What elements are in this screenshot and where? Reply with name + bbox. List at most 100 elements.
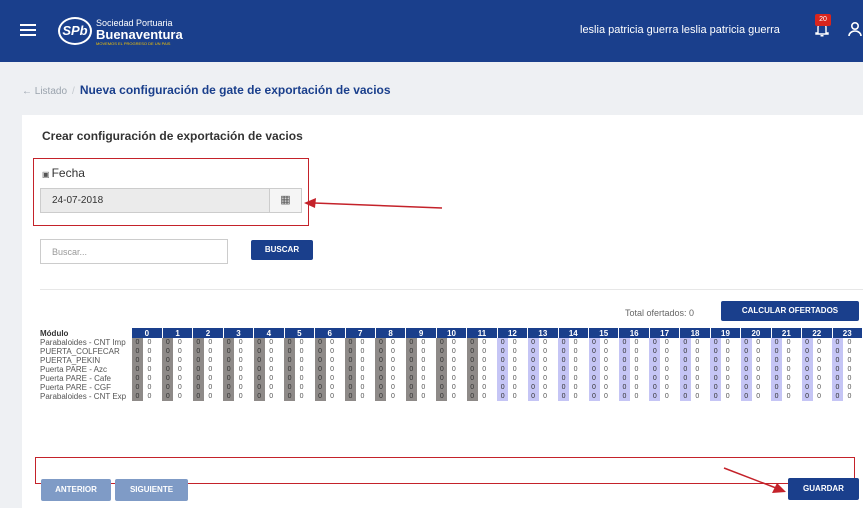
hour-input[interactable]: 0 [314, 374, 326, 383]
hour-input[interactable]: 0 [436, 383, 448, 392]
hour-input[interactable]: 0 [527, 356, 539, 365]
hour-input[interactable]: 0 [345, 374, 356, 383]
hour-input[interactable]: 0 [618, 347, 630, 356]
hour-input[interactable]: 0 [588, 365, 600, 374]
hour-input[interactable]: 0 [649, 383, 661, 392]
hour-input[interactable]: 0 [832, 392, 843, 401]
hour-input[interactable]: 0 [588, 392, 600, 401]
notification-badge[interactable]: 20 [815, 14, 831, 26]
hour-input[interactable]: 0 [284, 338, 296, 347]
hour-input[interactable]: 0 [740, 347, 752, 356]
hour-input[interactable]: 0 [527, 383, 539, 392]
hour-input[interactable]: 0 [405, 392, 417, 401]
hour-input[interactable]: 0 [162, 374, 174, 383]
hour-input[interactable]: 0 [162, 392, 174, 401]
hour-input[interactable]: 0 [771, 374, 783, 383]
hour-input[interactable]: 0 [801, 347, 813, 356]
hour-input[interactable]: 0 [588, 338, 600, 347]
hour-input[interactable]: 0 [192, 338, 204, 347]
hour-input[interactable]: 0 [740, 365, 752, 374]
hour-input[interactable]: 0 [466, 356, 478, 365]
hamburger-icon[interactable] [20, 24, 36, 36]
hour-input[interactable]: 0 [405, 383, 417, 392]
hour-input[interactable]: 0 [801, 383, 813, 392]
hour-input[interactable]: 0 [679, 356, 691, 365]
hour-input[interactable]: 0 [436, 338, 448, 347]
hour-input[interactable]: 0 [223, 365, 235, 374]
hour-input[interactable]: 0 [679, 383, 691, 392]
hour-input[interactable]: 0 [253, 347, 265, 356]
hour-input[interactable]: 0 [131, 356, 143, 365]
hour-input[interactable]: 0 [740, 392, 752, 401]
hour-input[interactable]: 0 [740, 356, 752, 365]
hour-input[interactable]: 0 [649, 392, 661, 401]
breadcrumb-back-link[interactable]: ← Listado [22, 86, 67, 97]
hour-input[interactable]: 0 [771, 347, 783, 356]
hour-input[interactable]: 0 [466, 338, 478, 347]
hour-input[interactable]: 0 [192, 365, 204, 374]
hour-input[interactable]: 0 [223, 338, 235, 347]
hour-input[interactable]: 0 [679, 392, 691, 401]
logo-mark[interactable]: SPb [58, 17, 92, 45]
hour-input[interactable]: 0 [801, 374, 813, 383]
hour-input[interactable]: 0 [710, 374, 722, 383]
hour-input[interactable]: 0 [284, 356, 296, 365]
hour-input[interactable]: 0 [710, 392, 722, 401]
hour-input[interactable]: 0 [740, 374, 752, 383]
hour-input[interactable]: 0 [588, 356, 600, 365]
hour-input[interactable]: 0 [284, 374, 296, 383]
hour-input[interactable]: 0 [223, 347, 235, 356]
hour-input[interactable]: 0 [679, 338, 691, 347]
hour-input[interactable]: 0 [558, 356, 570, 365]
hour-input[interactable]: 0 [162, 347, 174, 356]
hour-input[interactable]: 0 [284, 383, 296, 392]
hour-input[interactable]: 0 [253, 374, 265, 383]
hour-input[interactable]: 0 [466, 365, 478, 374]
hour-input[interactable]: 0 [832, 356, 843, 365]
calendar-icon[interactable]: ▦ [269, 188, 302, 213]
hour-input[interactable]: 0 [618, 374, 630, 383]
hour-input[interactable]: 0 [558, 374, 570, 383]
hour-input[interactable]: 0 [740, 383, 752, 392]
hour-input[interactable]: 0 [192, 383, 204, 392]
user-icon[interactable] [848, 21, 862, 37]
hour-input[interactable]: 0 [375, 347, 387, 356]
hour-input[interactable]: 0 [497, 374, 509, 383]
hour-input[interactable]: 0 [345, 392, 356, 401]
logo[interactable]: Sociedad Portuaria Buenaventura MOVEMOS … [96, 19, 183, 47]
hour-input[interactable]: 0 [253, 392, 265, 401]
hour-input[interactable]: 0 [436, 392, 448, 401]
hour-input[interactable]: 0 [314, 338, 326, 347]
hour-input[interactable]: 0 [497, 383, 509, 392]
hour-input[interactable]: 0 [771, 365, 783, 374]
hour-input[interactable]: 0 [649, 374, 661, 383]
hour-input[interactable]: 0 [679, 365, 691, 374]
hour-input[interactable]: 0 [801, 356, 813, 365]
hour-input[interactable]: 0 [466, 374, 478, 383]
hour-input[interactable]: 0 [558, 383, 570, 392]
hour-input[interactable]: 0 [314, 383, 326, 392]
hour-input[interactable]: 0 [345, 383, 356, 392]
guardar-button[interactable]: GUARDAR [788, 478, 859, 500]
hour-input[interactable]: 0 [710, 383, 722, 392]
hour-input[interactable]: 0 [832, 374, 843, 383]
user-name[interactable]: leslia patricia guerra leslia patricia g… [580, 24, 780, 36]
hour-input[interactable]: 0 [345, 338, 356, 347]
hour-input[interactable]: 0 [314, 365, 326, 374]
hour-input[interactable]: 0 [618, 338, 630, 347]
hour-input[interactable]: 0 [618, 383, 630, 392]
hour-input[interactable]: 0 [649, 365, 661, 374]
hour-input[interactable]: 0 [314, 356, 326, 365]
hour-input[interactable]: 0 [284, 392, 296, 401]
hour-input[interactable]: 0 [710, 347, 722, 356]
hour-input[interactable]: 0 [375, 338, 387, 347]
hour-input[interactable]: 0 [345, 365, 356, 374]
hour-input[interactable]: 0 [253, 383, 265, 392]
fecha-input[interactable]: 24-07-2018 [40, 188, 302, 213]
hour-input[interactable]: 0 [497, 347, 509, 356]
hour-input[interactable]: 0 [162, 356, 174, 365]
hour-input[interactable]: 0 [405, 347, 417, 356]
hour-input[interactable]: 0 [345, 356, 356, 365]
hour-input[interactable]: 0 [253, 356, 265, 365]
hour-input[interactable]: 0 [558, 338, 570, 347]
